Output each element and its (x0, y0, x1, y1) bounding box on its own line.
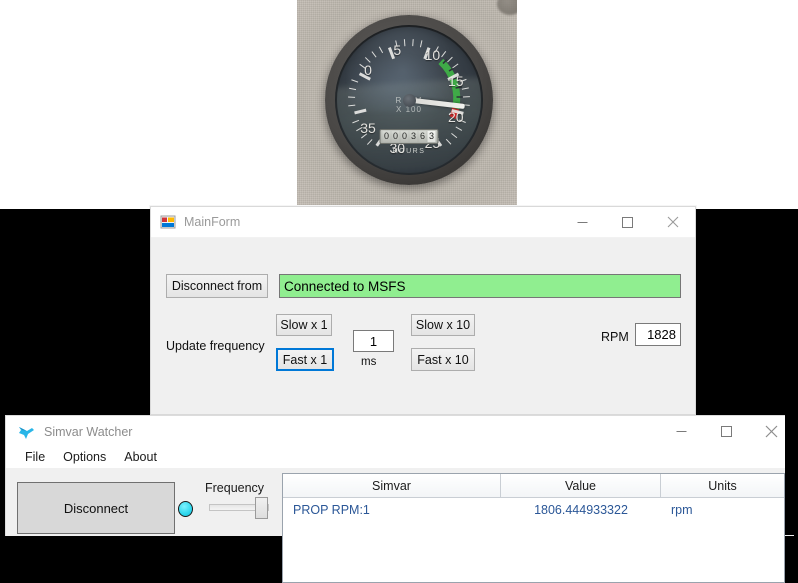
gauge-minor-tick (455, 127, 462, 132)
hour-meter-digit: 6 (419, 131, 427, 142)
hour-meter-tenth-digit: 3 (428, 131, 436, 142)
desktop-background-right (785, 415, 798, 535)
gauge-minor-tick (463, 96, 470, 98)
connection-status: Connected to MSFS (279, 274, 681, 298)
hours-label: HOURS (393, 148, 426, 155)
gauge-minor-tick (351, 79, 358, 83)
disconnect-button[interactable]: Disconnect (17, 482, 175, 534)
cell-simvar: PROP RPM:1 (283, 498, 501, 522)
column-header-units[interactable]: Units (661, 474, 784, 497)
column-header-value[interactable]: Value (501, 474, 661, 497)
hour-meter: 000363 (380, 129, 439, 144)
gauge-tick-label: 10 (425, 47, 441, 63)
gauge-major-tick (354, 109, 366, 114)
gauge-minor-tick (420, 40, 423, 47)
gauge-bezel: 05101520253035 R P M X 100 000363 HOURS (325, 15, 493, 185)
airplane-icon (17, 424, 35, 440)
watcher-window-controls (659, 416, 794, 446)
slow-x1-button[interactable]: Slow x 1 (276, 314, 332, 336)
gauge-minor-tick (441, 51, 446, 57)
gauge-minor-tick (371, 51, 376, 57)
gauge-hub (403, 94, 416, 107)
gauge-minor-tick (451, 133, 457, 138)
menu-file[interactable]: File (16, 447, 54, 468)
gauge-minor-tick (348, 104, 355, 106)
frequency-label: Frequency (205, 481, 264, 495)
gauge-minor-tick (348, 96, 355, 98)
watcher-title: Simvar Watcher (44, 425, 132, 439)
gauge-tick-label: 35 (360, 120, 376, 136)
table-header-row: Simvar Value Units (283, 474, 784, 498)
screen-root: 05101520253035 R P M X 100 000363 HOURS (0, 0, 798, 535)
disconnect-from-button[interactable]: Disconnect from (166, 274, 268, 298)
table-row[interactable]: PROP RPM:1 1806.444933322 rpm (283, 498, 784, 522)
hour-meter-digit: 0 (392, 131, 400, 142)
frequency-slider-thumb[interactable] (255, 497, 268, 519)
slow-x10-button[interactable]: Slow x 10 (411, 314, 475, 336)
simvar-watcher-window: Simvar Watcher File Options About (5, 415, 794, 536)
gauge-minor-tick (379, 46, 384, 53)
gauge-minor-tick (446, 139, 452, 145)
fast-x1-button[interactable]: Fast x 1 (276, 348, 334, 371)
hour-meter-digit: 3 (410, 131, 418, 142)
mainform-title: MainForm (184, 215, 240, 229)
winforms-icon (160, 214, 176, 230)
mainform-titlebar[interactable]: MainForm (151, 207, 695, 238)
menu-options[interactable]: Options (54, 447, 115, 468)
gauge-minor-tick (452, 63, 458, 68)
gauge-minor-tick (367, 139, 373, 145)
photo-backdrop: 05101520253035 R P M X 100 000363 HOURS (0, 0, 798, 209)
gauge-tick-label: 5 (393, 42, 401, 58)
cell-units: rpm (661, 498, 784, 522)
mainform-window: MainForm Disconnect from Connected to (150, 206, 696, 415)
gauge-tick-label: 20 (448, 109, 464, 125)
menu-about[interactable]: About (115, 447, 166, 468)
gauge-tick-label: 15 (448, 73, 464, 89)
watcher-body: Disconnect Frequency Simvar Value Units … (6, 468, 794, 536)
gauge-minor-tick (447, 57, 453, 63)
mainform-window-controls (560, 207, 695, 237)
watcher-menubar: File Options About (6, 447, 794, 469)
mainform-body: Disconnect from Connected to MSFS Update… (151, 238, 695, 414)
interval-units-label: ms (361, 356, 376, 368)
update-frequency-label: Update frequency (166, 339, 265, 353)
tachometer-photo: 05101520253035 R P M X 100 000363 HOURS (297, 0, 517, 205)
gauge-face: 05101520253035 R P M X 100 000363 HOURS (337, 27, 481, 173)
simvar-table: Simvar Value Units PROP RPM:1 1806.44493… (282, 473, 785, 583)
gauge-tick-label: 0 (364, 62, 372, 78)
watcher-titlebar[interactable]: Simvar Watcher (6, 416, 794, 447)
maximize-icon[interactable] (605, 207, 650, 237)
gauge-bezel-inner: 05101520253035 R P M X 100 000363 HOURS (335, 25, 483, 175)
close-icon[interactable] (650, 207, 695, 237)
hour-meter-digit: 0 (401, 131, 409, 142)
gauge-minor-tick (404, 39, 406, 46)
gauge-minor-tick (352, 119, 359, 123)
minimize-icon[interactable] (659, 416, 704, 446)
fast-x10-button[interactable]: Fast x 10 (411, 348, 475, 371)
gauge-minor-tick (412, 39, 414, 46)
column-header-simvar[interactable]: Simvar (283, 474, 501, 497)
maximize-icon[interactable] (704, 416, 749, 446)
gauge-minor-tick (349, 87, 356, 90)
connection-led-indicator (178, 501, 193, 517)
minimize-icon[interactable] (560, 207, 605, 237)
cell-value: 1806.444933322 (501, 498, 661, 522)
interval-input[interactable]: 1 (353, 330, 394, 352)
hour-meter-digit: 0 (383, 131, 391, 142)
rpm-label: RPM (601, 330, 629, 344)
rpm-value-field[interactable]: 1828 (635, 323, 681, 346)
